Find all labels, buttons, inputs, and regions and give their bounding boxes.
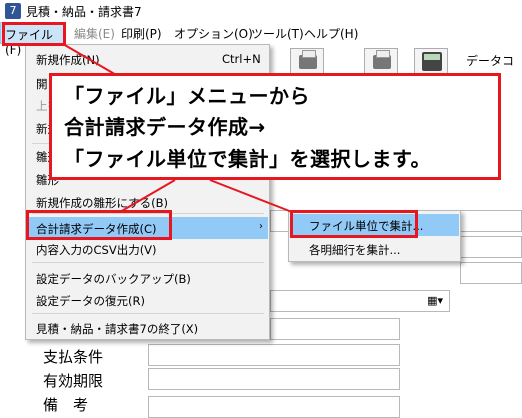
callout-line-1: 「ファイル」メニューから <box>64 84 310 108</box>
connector-total-invoice <box>119 179 176 213</box>
annotation-connectors <box>62 43 293 213</box>
connector-by-file <box>209 179 293 213</box>
instruction-callout: 「ファイル」メニューから 合計請求データ作成→ 「ファイル単位で集計」を選択しま… <box>49 73 501 180</box>
annotation-box-by-file <box>290 210 418 238</box>
callout-line-2: 合計請求データ作成→ <box>64 115 266 139</box>
connector-file <box>62 43 119 77</box>
annotation-box-total-invoice <box>26 210 172 240</box>
callout-line-3: 「ファイル単位で集計」を選択します。 <box>64 147 431 171</box>
annotation-box-file <box>2 22 66 46</box>
